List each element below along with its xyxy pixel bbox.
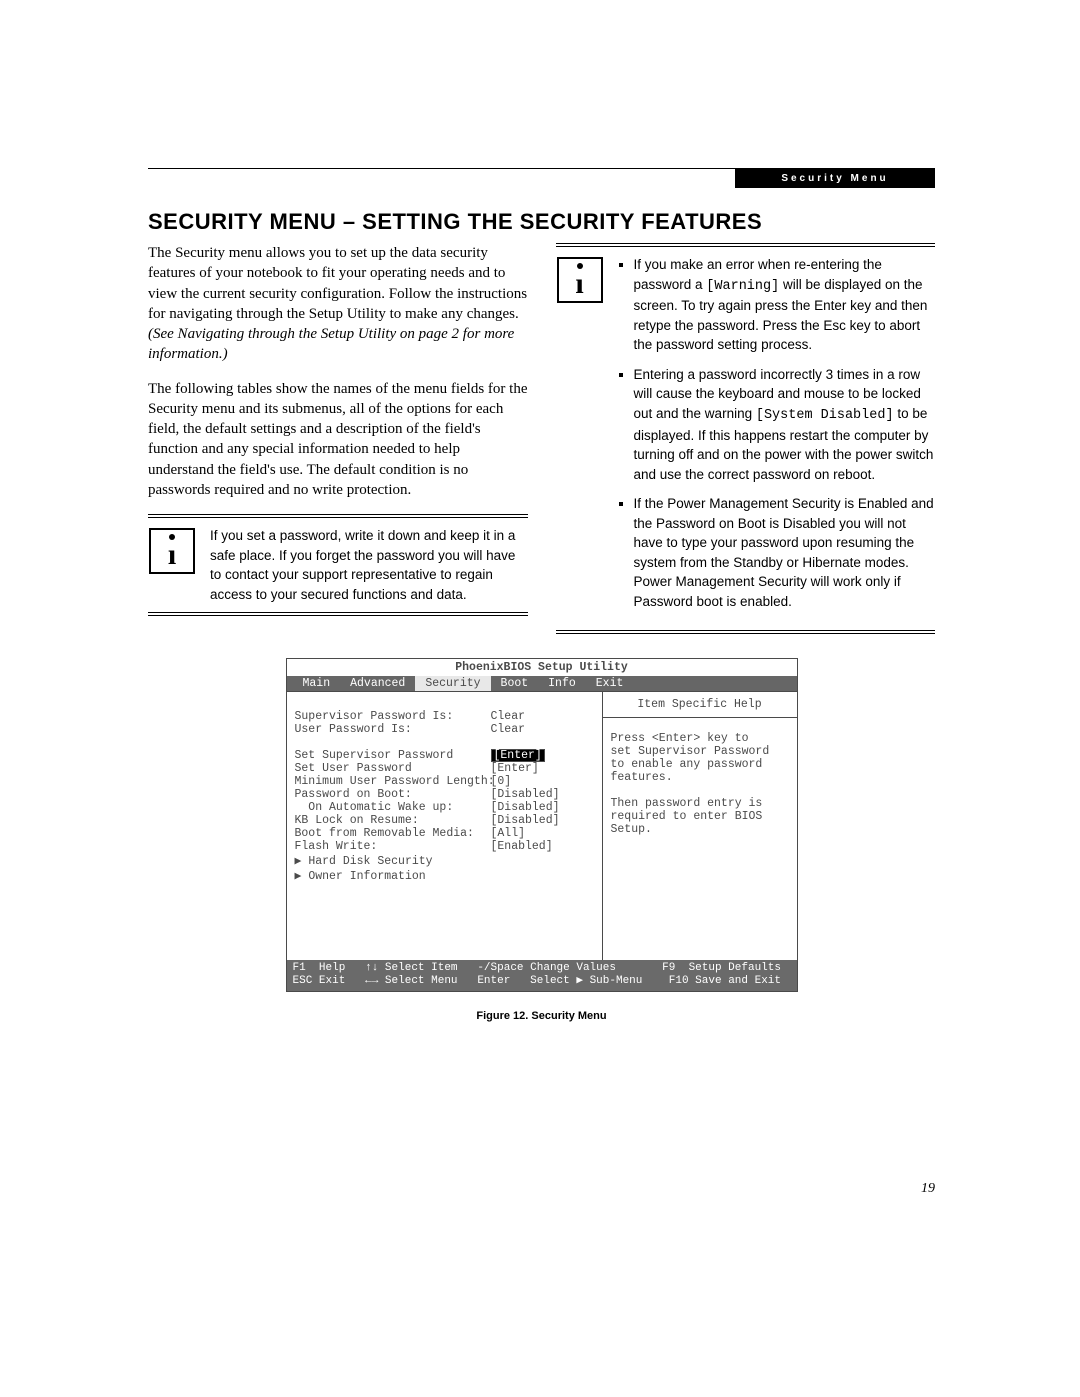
bios-row[interactable]: ▶ Hard Disk Security [295, 853, 594, 868]
bios-row[interactable]: Password on Boot:[Disabled] [295, 788, 594, 801]
bios-field-value[interactable]: [Disabled] [491, 801, 560, 814]
bios-row[interactable]: Set User Password[Enter] [295, 762, 594, 775]
bios-tab-advanced[interactable]: Advanced [340, 676, 415, 691]
bios-field-label: Supervisor Password Is: [295, 710, 491, 723]
bios-tab-exit[interactable]: Exit [586, 676, 634, 691]
info-icon: ı [149, 528, 195, 574]
note-item-1: If you make an error when re-entering th… [634, 255, 936, 355]
bios-body: Supervisor Password Is:ClearUser Passwor… [287, 691, 797, 960]
intro-text: The Security menu allows you to set up t… [148, 245, 527, 322]
bios-row[interactable]: Boot from Removable Media:[All] [295, 827, 594, 840]
bios-screen: PhoenixBIOS Setup Utility Main Advanced … [286, 658, 798, 993]
bios-field-value[interactable]: Clear [491, 723, 526, 736]
info-icon-wrap: ı [556, 251, 604, 303]
bios-title: PhoenixBIOS Setup Utility [287, 659, 797, 676]
tables-paragraph: The following tables show the names of t… [148, 379, 528, 501]
note-item-2: Entering a password incorrectly 3 times … [634, 365, 936, 484]
bios-row[interactable] [295, 736, 594, 749]
bios-tab-boot[interactable]: Boot [491, 676, 539, 691]
bios-tab-security[interactable]: Security [415, 676, 490, 691]
bios-field-label: ▶ Hard Disk Security [295, 853, 491, 868]
bios-field-value[interactable]: [Enabled] [491, 840, 553, 853]
bios-row[interactable]: On Automatic Wake up:[Disabled] [295, 801, 594, 814]
bios-left-pane: Supervisor Password Is:ClearUser Passwor… [287, 692, 603, 960]
system-disabled-code: [System Disabled] [756, 408, 894, 423]
note-box-left: ı If you set a password, write it down a… [148, 514, 528, 616]
bios-field-value[interactable]: [Disabled] [491, 788, 560, 801]
bios-field-value[interactable]: [All] [491, 827, 526, 840]
info-icon-wrap: ı [148, 522, 196, 574]
page-number: 19 [921, 1181, 935, 1197]
document-page: Security Menu SECURITY MENU – SETTING TH… [0, 0, 1080, 1397]
bios-row[interactable]: Flash Write:[Enabled] [295, 840, 594, 853]
bios-field-value[interactable]: [Enter] [491, 762, 539, 775]
figure-caption: Figure 12. Security Menu [148, 1010, 935, 1022]
bios-field-label: Boot from Removable Media: [295, 827, 491, 840]
bios-row[interactable]: Supervisor Password Is:Clear [295, 710, 594, 723]
bios-field-value[interactable]: [Enter] [491, 749, 545, 763]
right-column: ı If you make an error when re-entering … [556, 243, 936, 634]
bios-field-label: Flash Write: [295, 840, 491, 853]
bios-footer-line2: ESC Exit ←→ Select Menu Enter Select ▶ S… [293, 975, 782, 987]
bios-footer-line1: F1 Help ↑↓ Select Item -/Space Change Va… [293, 962, 781, 974]
info-icon: ı [557, 257, 603, 303]
bios-field-label: KB Lock on Resume: [295, 814, 491, 827]
two-column-layout: The Security menu allows you to set up t… [148, 243, 935, 634]
intro-crossref: (See Navigating through the Setup Utilit… [148, 326, 514, 362]
bios-tabs: Main Advanced Security Boot Info Exit [287, 676, 797, 691]
bios-row[interactable]: Set Supervisor Password[Enter] [295, 749, 594, 763]
bios-field-label: ▶ Owner Information [295, 868, 491, 883]
bios-row[interactable]: User Password Is:Clear [295, 723, 594, 736]
bios-help-title: Item Specific Help [603, 698, 797, 718]
bios-field-label: Set User Password [295, 762, 491, 775]
bios-help-text: Press <Enter> key to set Supervisor Pass… [611, 722, 789, 836]
bios-field-value[interactable]: [0] [491, 775, 512, 788]
page-title: SECURITY MENU – SETTING THE SECURITY FEA… [148, 209, 935, 235]
left-column: The Security menu allows you to set up t… [148, 243, 528, 634]
bios-footer: F1 Help ↑↓ Select Item -/Space Change Va… [287, 960, 797, 992]
bios-row[interactable]: ▶ Owner Information [295, 868, 594, 883]
note-text-left: If you set a password, write it down and… [210, 522, 528, 608]
section-header-tab: Security Menu [735, 168, 935, 188]
intro-paragraph: The Security menu allows you to set up t… [148, 243, 528, 365]
note-item-3: If the Power Management Security is Enab… [634, 494, 936, 611]
note-text-right: If you make an error when re-entering th… [618, 251, 936, 626]
warning-code: [Warning] [706, 279, 779, 294]
bios-tab-info[interactable]: Info [538, 676, 586, 691]
bios-help-pane: Item Specific Help Press <Enter> key to … [603, 692, 797, 960]
bios-field-value[interactable]: Clear [491, 710, 526, 723]
note-list: If you make an error when re-entering th… [618, 255, 936, 612]
bios-tab-main[interactable]: Main [293, 676, 341, 691]
bios-field-value[interactable]: [Disabled] [491, 814, 560, 827]
bios-field-label: User Password Is: [295, 723, 491, 736]
note-box-right: ı If you make an error when re-entering … [556, 243, 936, 634]
bios-row[interactable]: Minimum User Password Length:[0] [295, 775, 594, 788]
bios-row[interactable]: KB Lock on Resume:[Disabled] [295, 814, 594, 827]
bios-field-label: Password on Boot: [295, 788, 491, 801]
bios-field-label: Minimum User Password Length: [295, 775, 491, 788]
bios-field-label: On Automatic Wake up: [295, 801, 491, 814]
bios-field-label: Set Supervisor Password [295, 749, 491, 763]
